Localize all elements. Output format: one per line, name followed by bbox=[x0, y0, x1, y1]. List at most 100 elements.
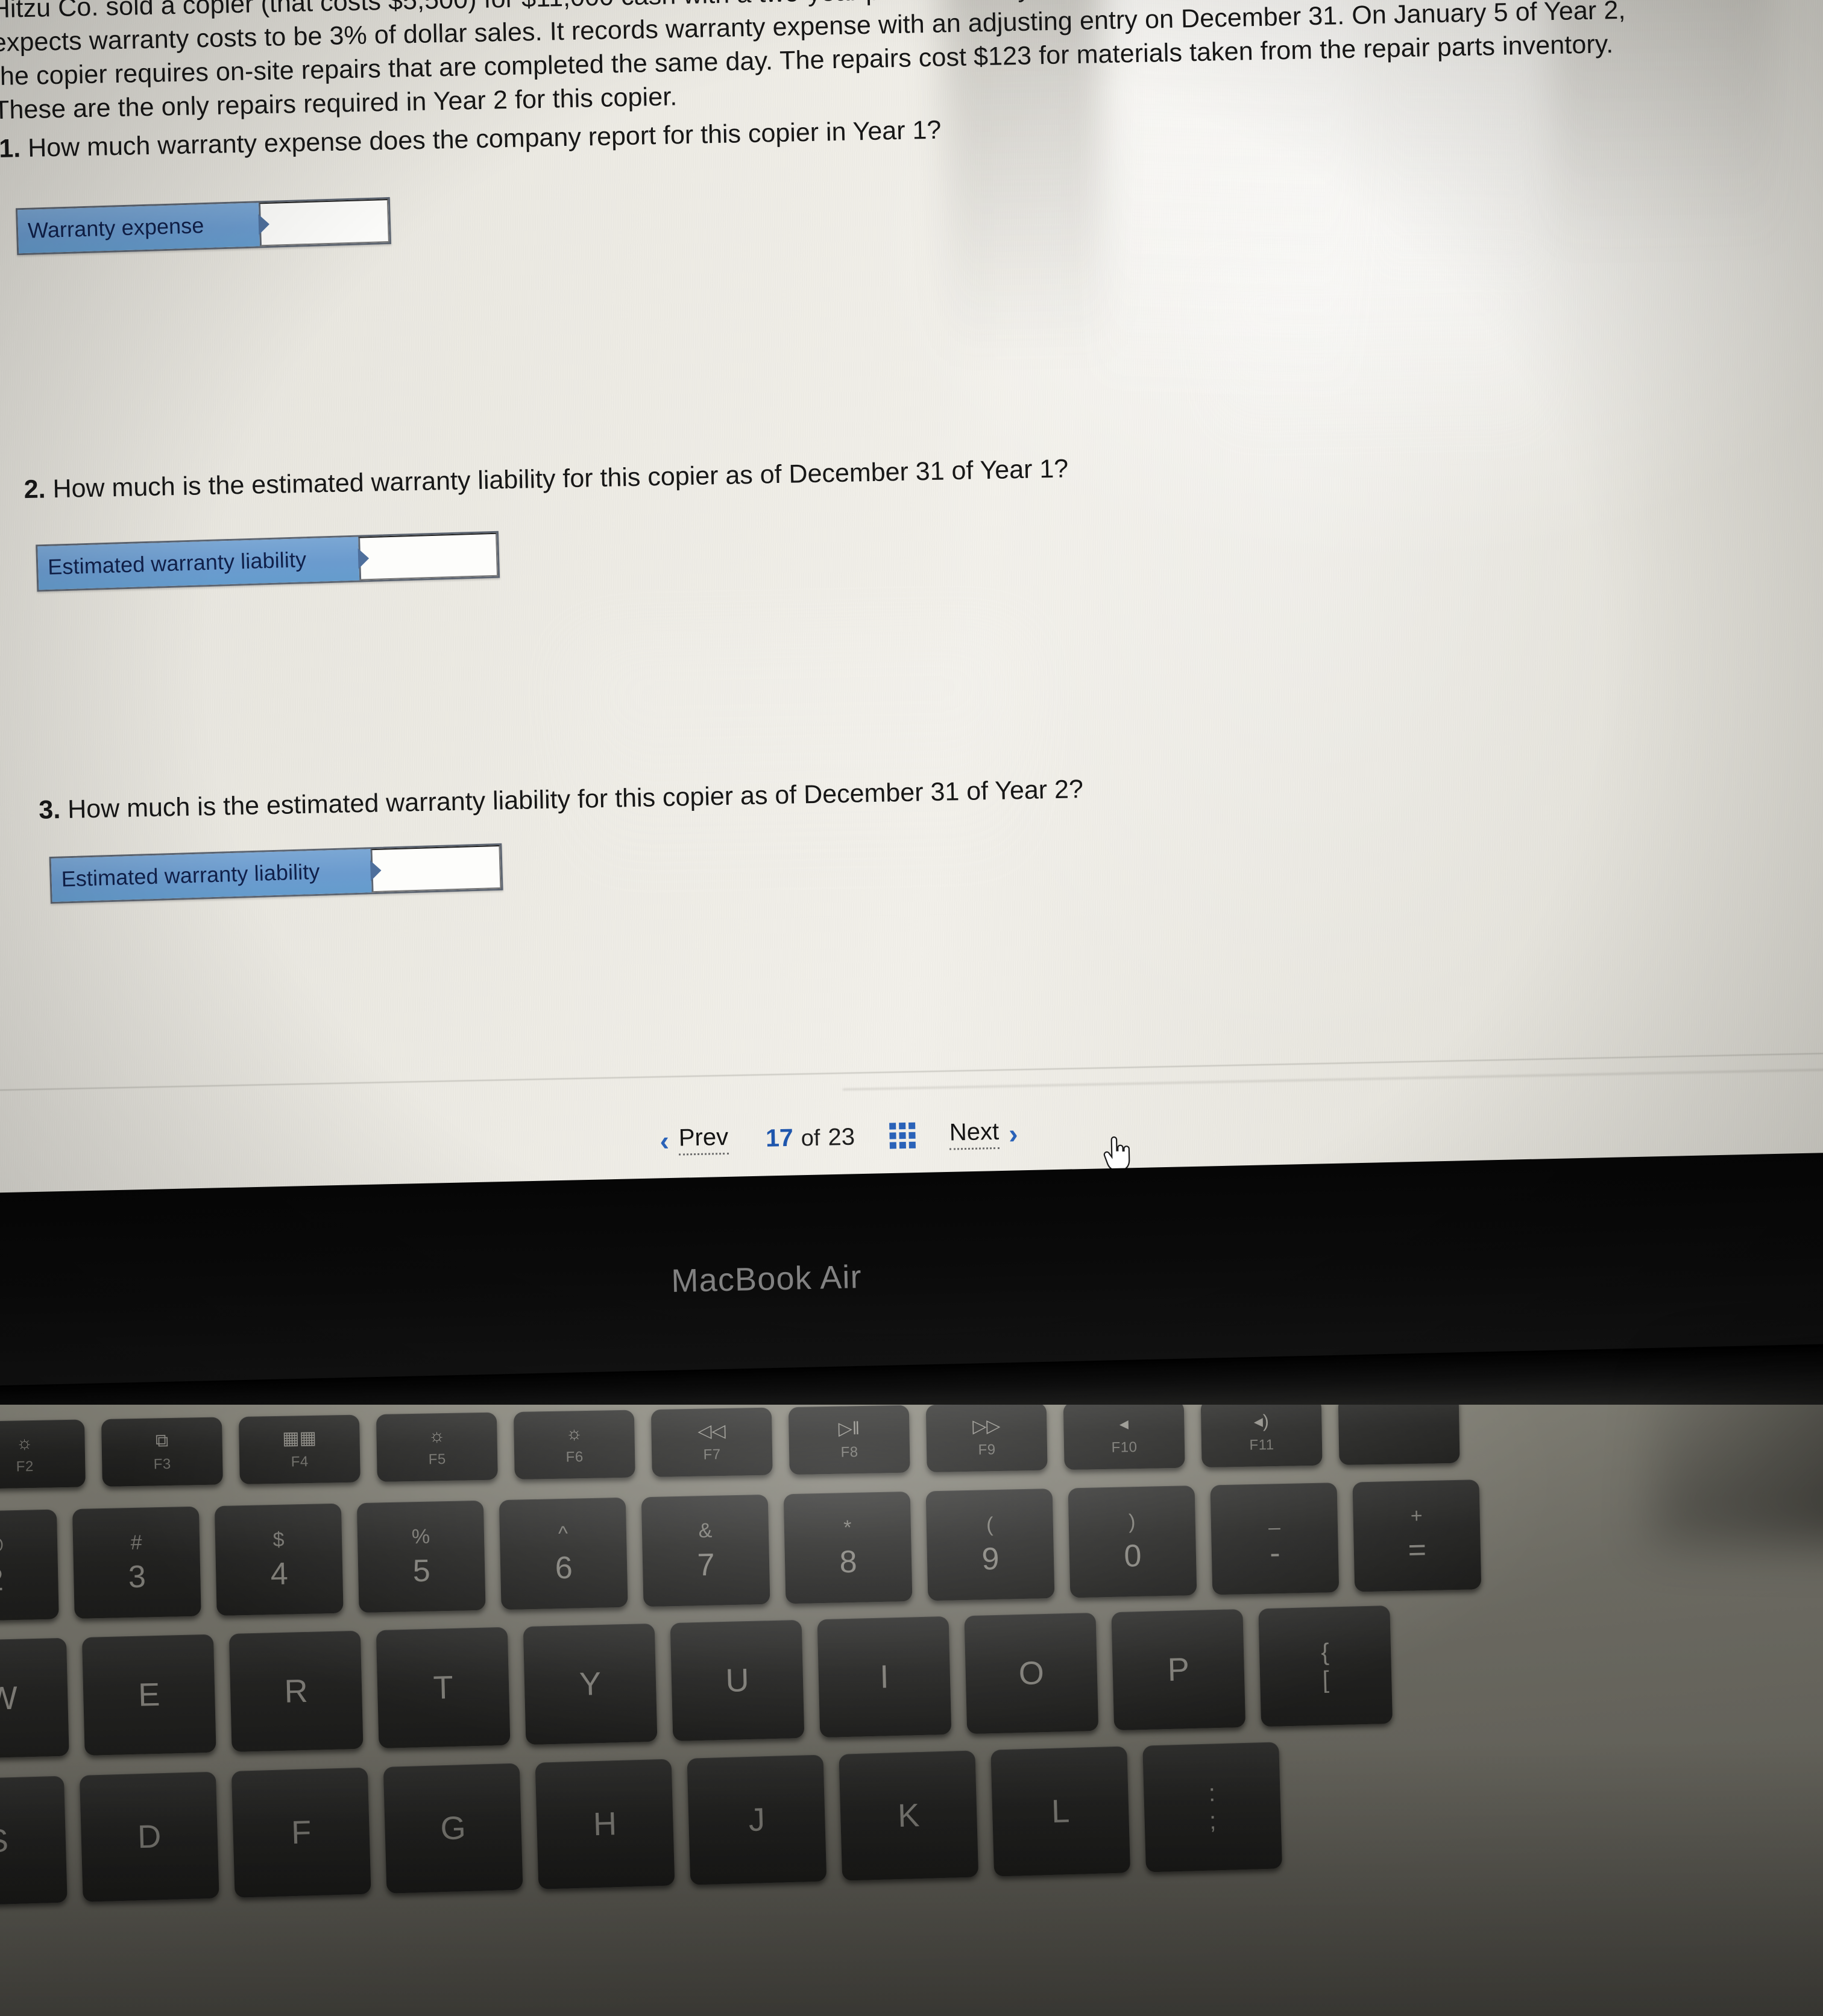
key-f8-label: F8 bbox=[840, 1444, 858, 1461]
laptop-display: Hitzu Co. sold a copier (that costs $5,5… bbox=[0, 0, 1823, 1242]
key-f3-label: F3 bbox=[153, 1456, 172, 1473]
key-3-shifted: # bbox=[130, 1531, 142, 1555]
key-w[interactable]: W bbox=[0, 1637, 69, 1759]
key-0[interactable]: ) 0 bbox=[1068, 1485, 1197, 1598]
key-f5[interactable]: ☼ F5 bbox=[376, 1412, 498, 1482]
photograph-of-laptop-screen: Hitzu Co. sold a copier (that costs $5,5… bbox=[0, 0, 1823, 2016]
key-l[interactable]: L bbox=[990, 1746, 1131, 1877]
key-9[interactable]: ( 9 bbox=[925, 1488, 1055, 1601]
key-minus[interactable]: _ - bbox=[1210, 1482, 1340, 1595]
question-3: 3. How much is the estimated warranty li… bbox=[39, 766, 1486, 827]
mute-icon: ◂ bbox=[1119, 1414, 1129, 1434]
launchpad-icon: ▦▦ bbox=[282, 1428, 317, 1449]
question-1-number: 1. bbox=[0, 134, 21, 163]
key-2[interactable]: @ 2 bbox=[0, 1509, 59, 1622]
answer-label-estimated-warranty-liability-y1: Estimated warranty liability bbox=[37, 537, 360, 590]
key-8[interactable]: * 8 bbox=[783, 1491, 913, 1604]
key-6-shifted: ^ bbox=[558, 1522, 568, 1546]
key-y-label: Y bbox=[579, 1666, 602, 1703]
key-i[interactable]: I bbox=[817, 1616, 952, 1738]
key-k-label: K bbox=[897, 1797, 921, 1835]
key-h[interactable]: H bbox=[535, 1759, 675, 1889]
keyboard: ☼ F2 ⧉ F3 ▦▦ F4 ☼ F5 ☼ F6 ◁◁ F7 ▷‖ F8 ▷▷… bbox=[0, 1405, 1823, 2016]
key-f3[interactable]: ⧉ F3 bbox=[101, 1417, 223, 1487]
key-p[interactable]: P bbox=[1111, 1608, 1246, 1731]
key-k[interactable]: K bbox=[839, 1750, 979, 1881]
fast-forward-icon: ▷▷ bbox=[972, 1416, 1001, 1437]
rewind-icon: ◁◁ bbox=[697, 1420, 726, 1441]
grid-cell bbox=[899, 1142, 907, 1149]
key-f11[interactable]: ◂) F11 bbox=[1200, 1405, 1323, 1468]
key-4[interactable]: $ 4 bbox=[214, 1503, 344, 1616]
key-f9[interactable]: ▷▷ F9 bbox=[925, 1405, 1048, 1473]
key-minus-shifted: _ bbox=[1268, 1507, 1280, 1531]
key-7-base: 7 bbox=[697, 1547, 716, 1583]
key-u[interactable]: U bbox=[670, 1619, 805, 1742]
key-h-label: H bbox=[593, 1806, 617, 1843]
key-d[interactable]: D bbox=[79, 1771, 219, 1902]
grid-menu-icon[interactable] bbox=[889, 1122, 916, 1149]
key-g[interactable]: G bbox=[383, 1763, 523, 1894]
key-equals[interactable]: + = bbox=[1352, 1479, 1482, 1592]
key-f4[interactable]: ▦▦ F4 bbox=[238, 1414, 361, 1485]
answer-input-1[interactable] bbox=[258, 199, 389, 247]
key-4-shifted: $ bbox=[272, 1528, 285, 1552]
next-button-label: Next bbox=[949, 1118, 1000, 1150]
key-i-label: I bbox=[879, 1658, 890, 1695]
keyboard-brightness-down-icon: ☼ bbox=[428, 1426, 446, 1446]
key-6-base: 6 bbox=[555, 1550, 573, 1586]
keyboard-function-row: ☼ F2 ⧉ F3 ▦▦ F4 ☼ F5 ☼ F6 ◁◁ F7 ▷‖ F8 ▷▷… bbox=[0, 1405, 1460, 1489]
play-pause-icon: ▷‖ bbox=[838, 1419, 860, 1439]
key-y[interactable]: Y bbox=[523, 1623, 658, 1745]
key-f9-label: F9 bbox=[978, 1441, 996, 1458]
key-f7-label: F7 bbox=[703, 1446, 721, 1463]
volume-down-icon: ◂) bbox=[1253, 1411, 1270, 1432]
key-2-base: 2 bbox=[0, 1562, 4, 1598]
key-semicolon[interactable]: : ; bbox=[1142, 1742, 1282, 1873]
question-2-text: How much is the estimated warranty liabi… bbox=[52, 454, 1069, 504]
chevron-left-icon: ‹ bbox=[660, 1124, 670, 1156]
key-f7[interactable]: ◁◁ F7 bbox=[650, 1407, 773, 1478]
key-f2[interactable]: ☼ F2 bbox=[0, 1419, 86, 1489]
key-o[interactable]: O bbox=[964, 1612, 1099, 1734]
key-f10-label: F10 bbox=[1111, 1439, 1138, 1456]
key-j-label: J bbox=[748, 1801, 766, 1838]
key-t[interactable]: T bbox=[376, 1627, 511, 1749]
key-e[interactable]: E bbox=[81, 1634, 216, 1756]
key-semicolon-label: : ; bbox=[1208, 1780, 1217, 1835]
keyboard-number-row: @ 2 # 3 $ 4 % 5 ^ 6 & 7 * 8 (9) 0 _ - … bbox=[0, 1479, 1482, 1622]
key-3[interactable]: # 3 bbox=[72, 1506, 201, 1619]
key-f[interactable]: F bbox=[231, 1767, 371, 1898]
key-s[interactable]: S bbox=[0, 1775, 68, 1906]
answer-input-2[interactable] bbox=[358, 532, 499, 581]
page-counter: 17 of 23 bbox=[766, 1123, 855, 1153]
key-5[interactable]: % 5 bbox=[356, 1500, 486, 1613]
key-bracket-left[interactable]: { [ bbox=[1258, 1605, 1393, 1727]
key-f12[interactable] bbox=[1338, 1405, 1460, 1466]
key-f2-label: F2 bbox=[16, 1458, 34, 1475]
key-r-label: R bbox=[283, 1672, 309, 1710]
grid-cell bbox=[908, 1132, 916, 1139]
key-f6[interactable]: ☼ F6 bbox=[513, 1410, 635, 1480]
key-9-shifted: ( bbox=[986, 1513, 993, 1537]
key-0-shifted: ) bbox=[1128, 1510, 1136, 1534]
next-button[interactable]: Next › bbox=[943, 1115, 1024, 1153]
mission-control-icon: ⧉ bbox=[155, 1431, 169, 1451]
pagination-bar: ‹ Prev 17 of 23 Next › bbox=[653, 1115, 1024, 1158]
key-equals-shifted: + bbox=[1410, 1504, 1423, 1528]
key-minus-base: - bbox=[1269, 1536, 1281, 1571]
key-f4-label: F4 bbox=[291, 1454, 309, 1470]
key-6[interactable]: ^ 6 bbox=[499, 1497, 628, 1610]
answer-label-warranty-expense: Warranty expense bbox=[17, 203, 260, 254]
key-j[interactable]: J bbox=[687, 1754, 827, 1885]
key-f8[interactable]: ▷‖ F8 bbox=[788, 1405, 910, 1475]
prev-button[interactable]: ‹ Prev bbox=[653, 1121, 735, 1159]
answer-row-2: Estimated warranty liability bbox=[36, 531, 500, 592]
current-page-number: 17 bbox=[765, 1123, 794, 1152]
answer-input-3[interactable] bbox=[370, 845, 502, 893]
key-7[interactable]: & 7 bbox=[641, 1494, 770, 1607]
key-s-label: S bbox=[0, 1822, 9, 1860]
question-3-text: How much is the estimated warranty liabi… bbox=[67, 775, 1084, 824]
key-f10[interactable]: ◂ F10 bbox=[1063, 1405, 1185, 1470]
key-r[interactable]: R bbox=[228, 1630, 364, 1753]
